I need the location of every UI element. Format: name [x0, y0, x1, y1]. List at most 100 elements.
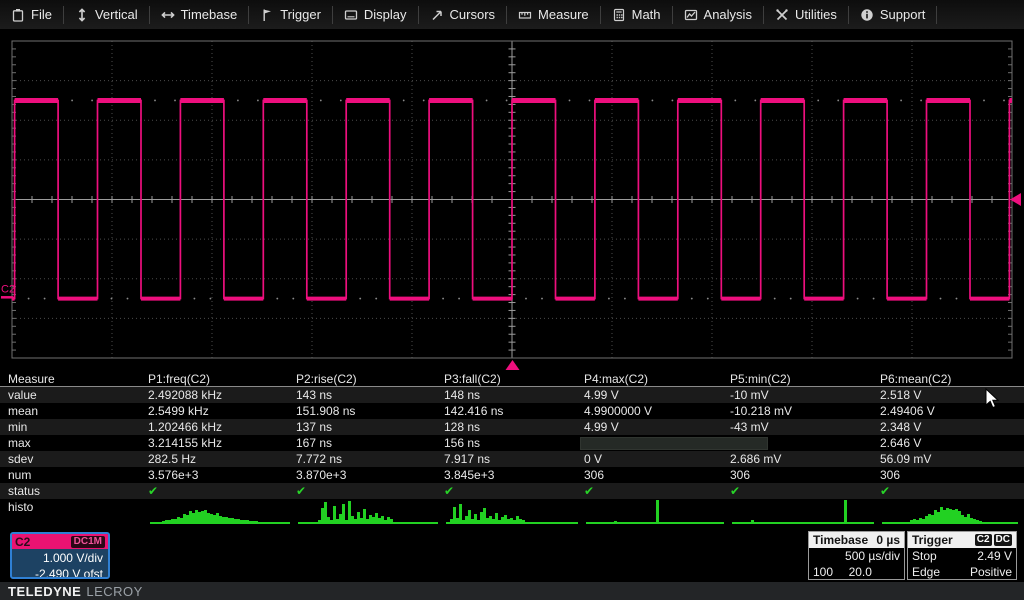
- table-row-sdev: sdev 282.5 Hz 7.772 ns 7.917 ns 0 V 2.68…: [0, 451, 1024, 467]
- file-icon: [11, 8, 25, 22]
- menu-timebase[interactable]: Timebase: [150, 0, 249, 30]
- vertical-arrows-icon: [75, 8, 89, 22]
- channel-c2-header: C2 DC1M: [12, 534, 108, 549]
- cell: -10 mV: [730, 387, 880, 403]
- menu-label: Measure: [538, 7, 589, 22]
- status-check-icon: ✔: [296, 483, 444, 499]
- table-row-histo: histo: [0, 499, 1024, 529]
- cell: 167 ns: [296, 435, 444, 451]
- timebase-box[interactable]: Timebase 0 µs 500 µs/div 100 kS 20.0 MS/…: [808, 531, 905, 580]
- trigger-coupling-badge: DC: [994, 534, 1012, 546]
- ruler-icon: [518, 8, 532, 22]
- info-icon: [860, 8, 874, 22]
- histogram-baseline: [586, 522, 724, 524]
- menu-measure[interactable]: Measure: [507, 0, 600, 30]
- col-header-p4: P4:max(C2): [584, 371, 730, 386]
- menu-analysis[interactable]: Analysis: [673, 0, 763, 30]
- cell: 142.416 ns: [444, 403, 584, 419]
- cell: 282.5 Hz: [148, 451, 296, 467]
- status-check-icon: ✔: [444, 483, 584, 499]
- menu-trigger[interactable]: Trigger: [249, 0, 332, 30]
- timebase-scale: 500 µs/div: [845, 548, 900, 564]
- channel-trace-label: C2: [1, 284, 15, 296]
- menu-cursors[interactable]: Cursors: [419, 0, 507, 30]
- cell: 2.518 V: [880, 387, 1024, 403]
- channel-c2-box[interactable]: C2 DC1M 1.000 V/div -2.490 V ofst: [10, 532, 110, 579]
- trigger-title: Trigger: [912, 532, 953, 548]
- table-row-mean: mean 2.5499 kHz 151.908 ns 142.416 ns 4.…: [0, 403, 1024, 419]
- status-check-icon: ✔: [584, 483, 730, 499]
- brand-lecroy: LECROY: [86, 584, 142, 599]
- menu-math[interactable]: Math: [601, 0, 672, 30]
- table-row-status: status ✔ ✔ ✔ ✔ ✔ ✔: [0, 483, 1024, 499]
- table-row-num: num 3.576e+3 3.870e+3 3.845e+3 306 306 3…: [0, 467, 1024, 483]
- col-header-p3: P3:fall(C2): [444, 371, 584, 386]
- cell: 2.348 V: [880, 419, 1024, 435]
- table-row-value: value 2.492088 kHz 143 ns 148 ns 4.99 V …: [0, 387, 1024, 403]
- cell: 2.686 mV: [730, 451, 880, 467]
- col-header-p1: P1:freq(C2): [148, 371, 296, 386]
- cell: 306: [880, 467, 1024, 483]
- flag-icon: [260, 8, 274, 22]
- cell: 0 V: [584, 451, 730, 467]
- highlight-overlay: [580, 437, 768, 450]
- histogram-bar: [751, 520, 754, 522]
- cell: 7.917 ns: [444, 451, 584, 467]
- cell: 137 ns: [296, 419, 444, 435]
- cell: 4.99 V: [584, 419, 730, 435]
- menu-display[interactable]: Display: [333, 0, 418, 30]
- cell: 1.202466 kHz: [148, 419, 296, 435]
- status-check-icon: ✔: [730, 483, 880, 499]
- monitor-icon: [344, 8, 358, 22]
- waveform-display[interactable]: C2: [0, 30, 1024, 371]
- menu-separator: [936, 6, 937, 24]
- histogram-baseline: [732, 522, 874, 524]
- histogram-p4: [584, 499, 730, 529]
- menu-label: Analysis: [704, 7, 752, 22]
- histogram-baseline: [298, 522, 438, 524]
- channel-name: C2: [15, 534, 30, 550]
- menu-label: Support: [880, 7, 926, 22]
- brand-teledyne: TELEDYNE: [8, 584, 81, 599]
- menu-bar: File Vertical Timebase Trigger Display C…: [0, 0, 1024, 30]
- trend-chart-icon: [684, 8, 698, 22]
- histogram-bar: [614, 521, 617, 522]
- cell: 2.492088 kHz: [148, 387, 296, 403]
- cell: 7.772 ns: [296, 451, 444, 467]
- cell: 2.49406 V: [880, 403, 1024, 419]
- channel-scale: 1.000 V/div: [12, 550, 103, 566]
- timebase-scale-row: 500 µs/div: [809, 548, 904, 564]
- trigger-box[interactable]: Trigger C2 DC Stop 2.49 V Edge Positive: [907, 531, 1017, 580]
- col-header-p2: P2:rise(C2): [296, 371, 444, 386]
- status-check-icon: ✔: [148, 483, 296, 499]
- menu-vertical[interactable]: Vertical: [64, 0, 149, 30]
- menu-utilities[interactable]: Utilities: [764, 0, 848, 30]
- col-header-p6: P6:mean(C2): [880, 371, 1024, 386]
- cell: 156 ns: [444, 435, 584, 451]
- menu-label: Math: [632, 7, 661, 22]
- col-header-p5: P5:min(C2): [730, 371, 880, 386]
- menu-label: Utilities: [795, 7, 837, 22]
- table-row-max: max 3.214155 kHz 167 ns 156 ns 2.646 V: [0, 435, 1024, 451]
- histogram-bar: [979, 521, 982, 522]
- trigger-type-row: Edge Positive: [908, 564, 1016, 580]
- trigger-mode: Stop: [912, 548, 937, 564]
- row-label: mean: [0, 403, 148, 419]
- menu-label: Timebase: [181, 7, 238, 22]
- histogram-bar: [522, 520, 525, 522]
- histogram-baseline: [446, 522, 578, 524]
- menu-file[interactable]: File: [0, 0, 63, 30]
- channel-c2-settings: 1.000 V/div -2.490 V ofst: [12, 549, 108, 579]
- row-label: value: [0, 387, 148, 403]
- menu-support[interactable]: Support: [849, 0, 937, 30]
- row-label: sdev: [0, 451, 148, 467]
- table-row-min: min 1.202466 kHz 137 ns 128 ns 4.99 V -4…: [0, 419, 1024, 435]
- row-label: num: [0, 467, 148, 483]
- mouse-cursor: [985, 388, 1001, 410]
- row-label: min: [0, 419, 148, 435]
- menu-label: Display: [364, 7, 407, 22]
- trigger-source-badge: C2: [975, 534, 992, 546]
- histogram-p2: [296, 499, 444, 529]
- row-label: status: [0, 483, 148, 499]
- cursor-arrow-icon: [430, 8, 444, 22]
